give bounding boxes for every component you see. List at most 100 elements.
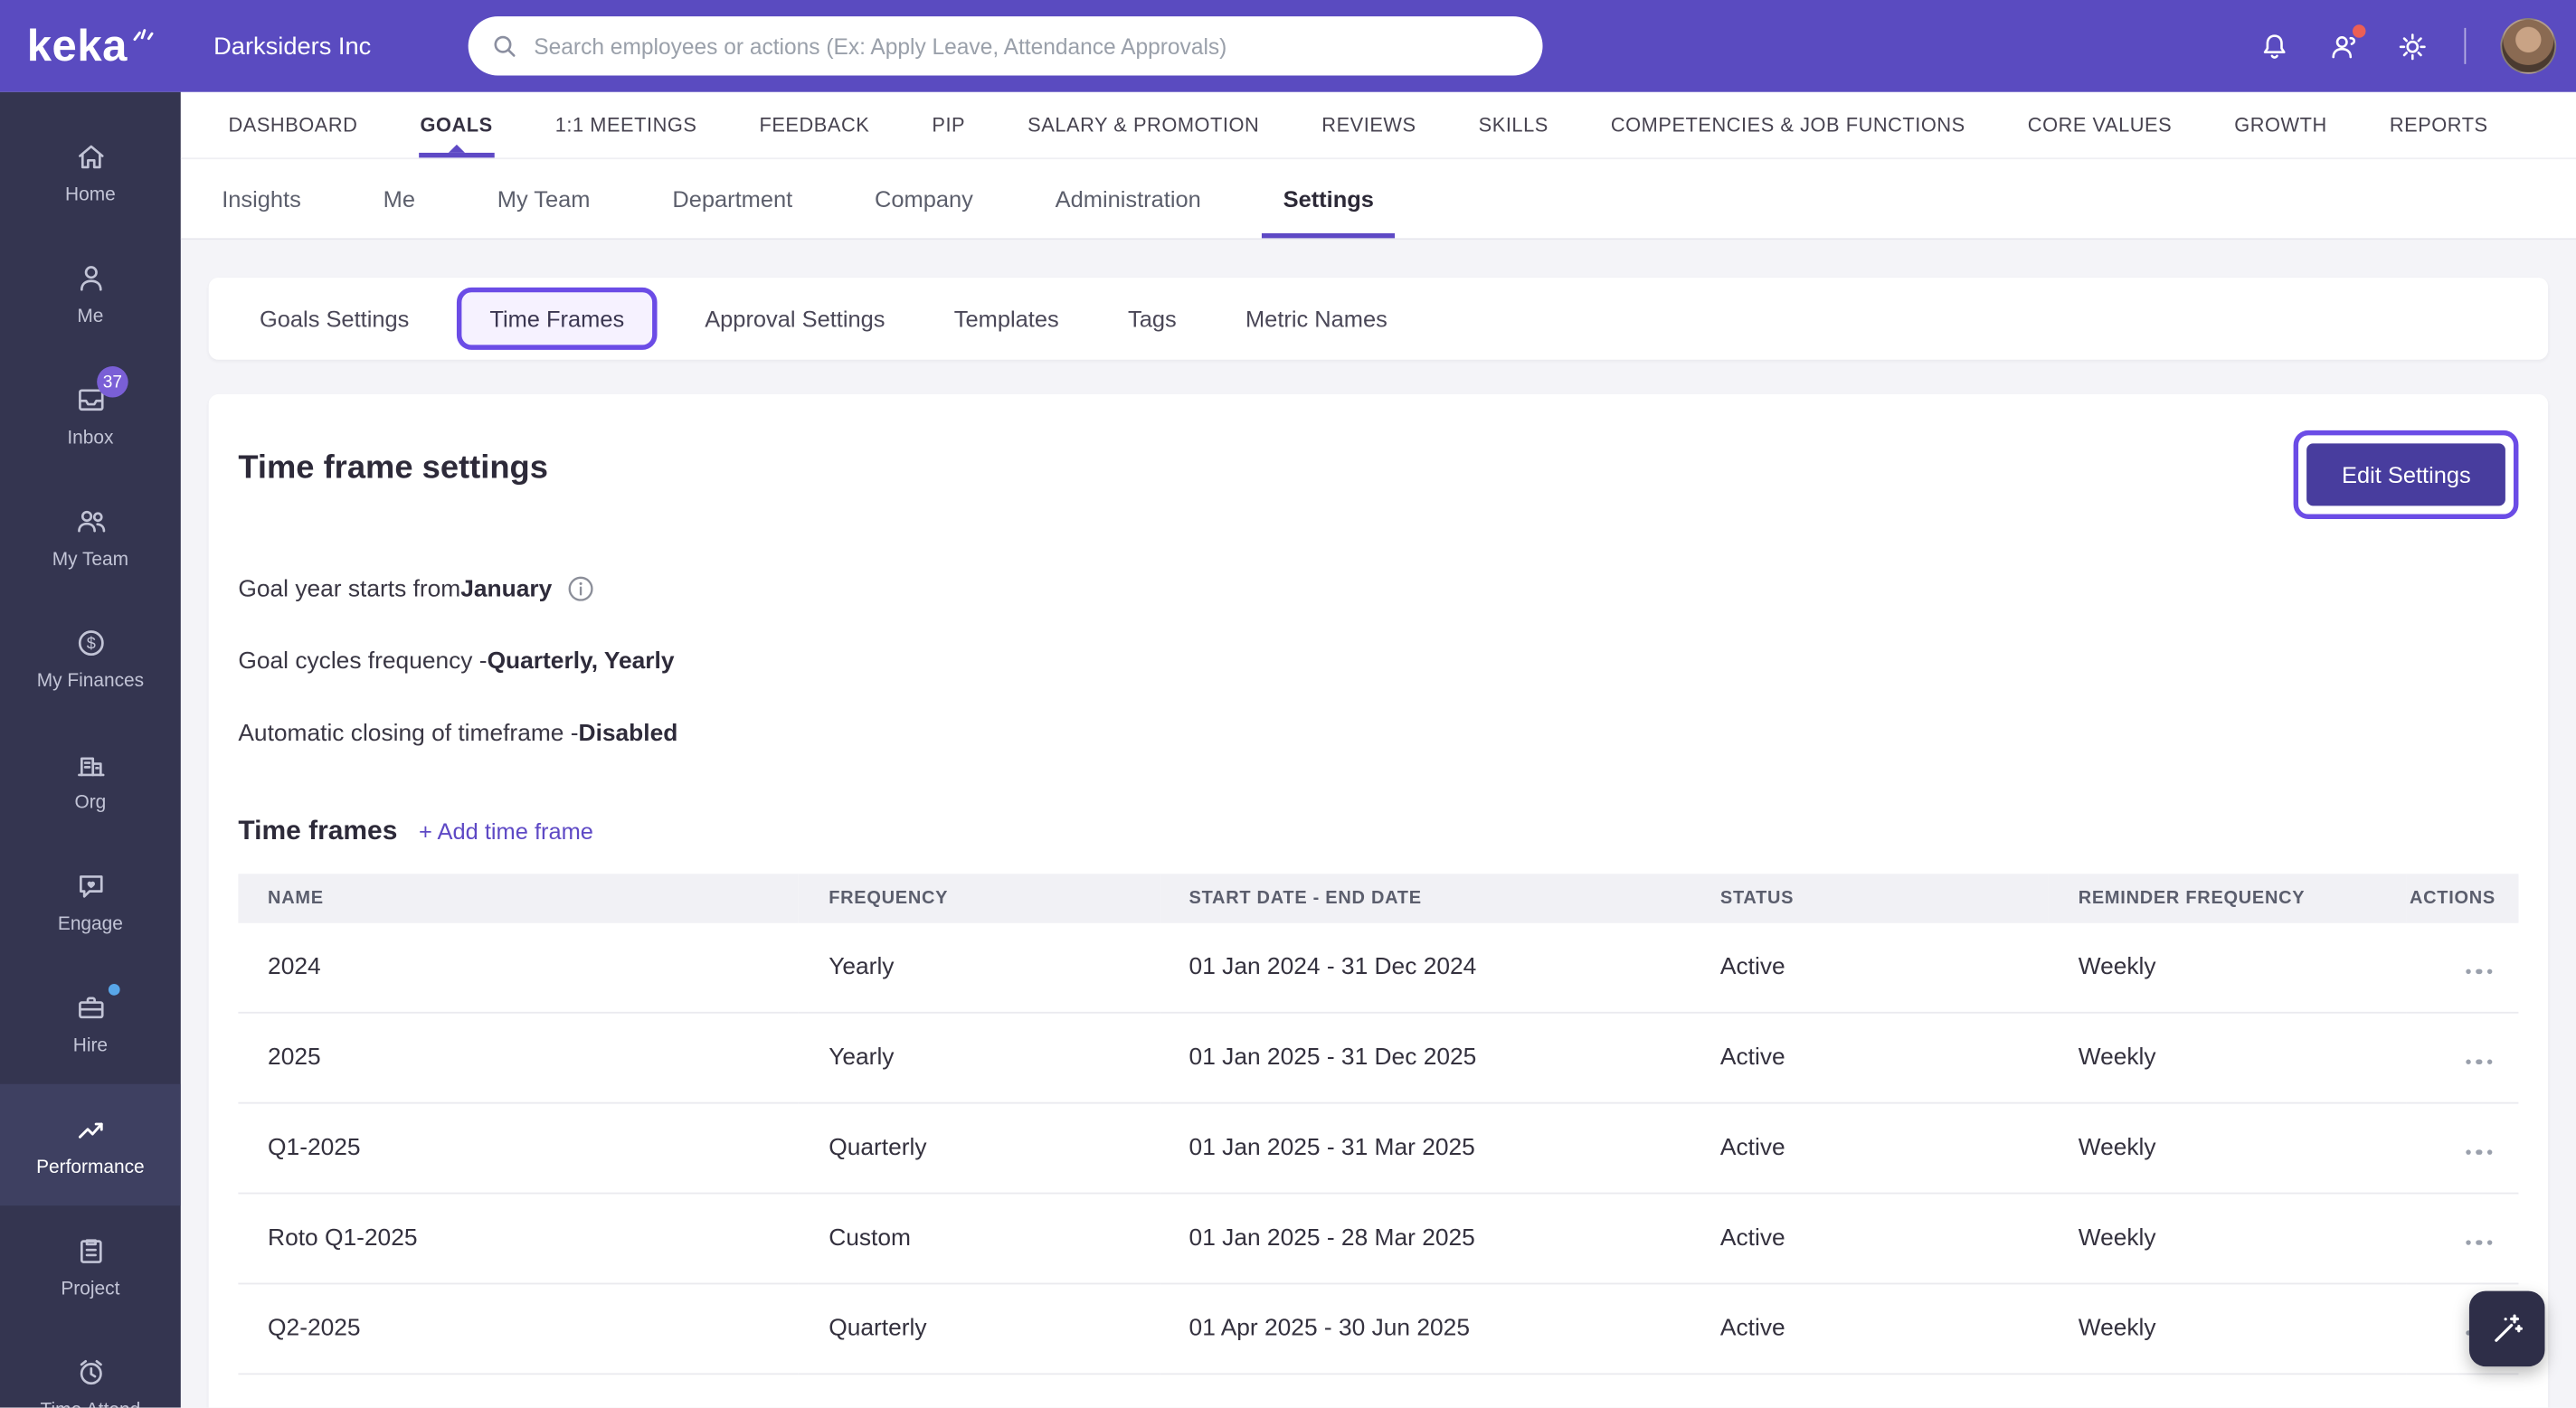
sidebar-item-inbox[interactable]: Inbox 37 [0,354,181,476]
settings-gear-icon[interactable] [2395,29,2429,63]
sidebar-item-engage[interactable]: Engage [0,841,181,962]
tab-growth[interactable]: GROWTH [2203,92,2359,158]
goal-cycles-line: Goal cycles frequency - Quarterly, Yearl… [238,648,2518,675]
timeframes-table: NAME FREQUENCY START DATE - END DATE STA… [238,874,2519,1375]
subtab-settings[interactable]: Settings [1242,159,1415,239]
subtab-company[interactable]: Company [834,159,1015,238]
cell-reminder: Weekly [2049,1012,2407,1104]
help-notification-dot [2352,24,2366,37]
sidebar-item-performance[interactable]: Performance [0,1083,181,1206]
topbar-divider [2464,27,2467,64]
tab-reports[interactable]: REPORTS [2358,92,2519,158]
cell-frequency: Quarterly [799,1283,1160,1375]
hire-icon [78,997,103,1019]
goal-cycles-value: Quarterly, Yearly [487,648,675,676]
cell-name: Q1-2025 [238,1102,800,1195]
settings-tab-tags[interactable]: Tags [1094,306,1211,332]
time-attend-icon [79,1360,101,1385]
sidebar-item-home[interactable]: Home [0,112,181,233]
subtab-administration[interactable]: Administration [1014,159,1242,238]
settings-tab-templates[interactable]: Templates [920,306,1094,332]
cell-status: Active [1690,1102,2050,1195]
edit-settings-highlight: Edit Settings [2294,430,2519,519]
company-name: Darksiders Inc [213,32,372,61]
svg-text:$: $ [86,635,95,653]
user-icon [80,266,101,291]
home-icon [78,145,103,169]
cell-name: Q2-2025 [238,1283,800,1375]
info-icon[interactable] [567,575,595,603]
settings-tab-approval-settings[interactable]: Approval Settings [670,306,920,332]
assistant-button[interactable] [2468,1290,2545,1367]
settings-tab-goals-settings[interactable]: Goals Settings [225,306,444,332]
subtab-insights[interactable]: Insights [181,159,342,238]
tab-pip[interactable]: PIP [901,92,997,158]
settings-tabs-bar: Goals Settings Time Frames Approval Sett… [208,277,2549,360]
timeframes-heading: Time frames [238,816,398,846]
tab-dashboard[interactable]: DASHBOARD [197,92,389,158]
cell-reminder: Weekly [2049,1102,2407,1195]
magic-wand-icon [2495,1314,2523,1342]
goal-year-line: Goal year starts from January [238,575,2518,603]
help-icon[interactable] [2326,24,2366,63]
goal-cycles-prefix: Goal cycles frequency - [238,648,488,676]
cell-reminder: Weekly [2049,922,2407,1014]
org-icon [77,757,104,777]
settings-tab-time-frames[interactable]: Time Frames [457,287,658,350]
row-actions-button[interactable] [2462,961,2496,980]
edit-settings-button[interactable]: Edit Settings [2306,443,2505,506]
sidebar-item-label: Engage [57,914,123,935]
sidebar-item-org[interactable]: Org [0,720,181,841]
tab-feedback[interactable]: FEEDBACK [728,92,901,158]
sidebar-item-label: Me [77,307,104,327]
sidebar-item-label: Inbox [67,429,114,449]
cell-status: Active [1690,1283,2050,1375]
cell-dates: 01 Jan 2025 - 31 Mar 2025 [1159,1102,1691,1195]
tab-core-values[interactable]: CORE VALUES [1996,92,2202,158]
sidebar-item-my-finances[interactable]: $ My Finances [0,598,181,719]
keka-logo[interactable]: keka [0,21,181,71]
tab-salary-promotion[interactable]: SALARY & PROMOTION [997,92,1291,158]
cell-status: Active [1690,1012,2050,1104]
finances-icon: $ [77,630,103,657]
cell-dates: 01 Jan 2025 - 28 Mar 2025 [1159,1193,1691,1285]
sidebar-item-label: Project [61,1279,120,1299]
cell-dates: 01 Apr 2025 - 30 Jun 2025 [1159,1283,1691,1375]
tab-competencies-job-functions[interactable]: COMPETENCIES & JOB FUNCTIONS [1579,92,1996,158]
global-search [468,16,1543,76]
subtab-me[interactable]: Me [342,159,456,238]
sidebar-item-me[interactable]: Me [0,233,181,354]
subtab-my-team[interactable]: My Team [456,159,631,238]
row-actions-button[interactable] [2462,1052,2496,1071]
cell-name: 2024 [238,922,800,1014]
tab-1-1-meetings[interactable]: 1:1 MEETINGS [524,92,728,158]
cell-dates: 01 Jan 2024 - 31 Dec 2024 [1159,922,1691,1014]
settings-tab-metric-names[interactable]: Metric Names [1211,306,1422,332]
tab-goals[interactable]: GOALS [389,92,524,158]
top-bar: keka Darksiders Inc [0,0,2576,92]
notifications-bell-icon[interactable] [2258,29,2292,63]
add-time-frame-link[interactable]: + Add time frame [419,818,593,845]
col-status: STATUS [1690,874,2050,923]
cell-name: Roto Q1-2025 [238,1193,800,1285]
sidebar-item-label: My Team [52,550,129,571]
row-actions-button[interactable] [2462,1142,2496,1161]
sidebar-item-my-team[interactable]: My Team [0,477,181,598]
user-avatar[interactable] [2500,17,2557,74]
subtab-department[interactable]: Department [631,159,834,238]
col-reminder: REMINDER FREQUENCY [2049,874,2407,923]
sidebar-item-hire[interactable]: Hire [0,962,181,1083]
goal-year-value: January [460,575,553,602]
auto-close-value: Disabled [578,721,678,748]
cell-status: Active [1690,922,2050,1014]
search-input[interactable] [468,16,1543,76]
content-area: Goals Settings Time Frames Approval Sett… [181,240,2576,1408]
sidebar-item-project[interactable]: Project [0,1205,181,1327]
tab-reviews[interactable]: REVIEWS [1291,92,1447,158]
cell-name: 2025 [238,1012,800,1104]
row-actions-button[interactable] [2462,1233,2496,1252]
cell-frequency: Yearly [799,1012,1160,1104]
tab-skills[interactable]: SKILLS [1447,92,1579,158]
timeframe-settings-card: Time frame settings Edit Settings Goal y… [208,393,2549,1408]
sidebar-item-time-attend[interactable]: Time Attend [0,1328,181,1408]
